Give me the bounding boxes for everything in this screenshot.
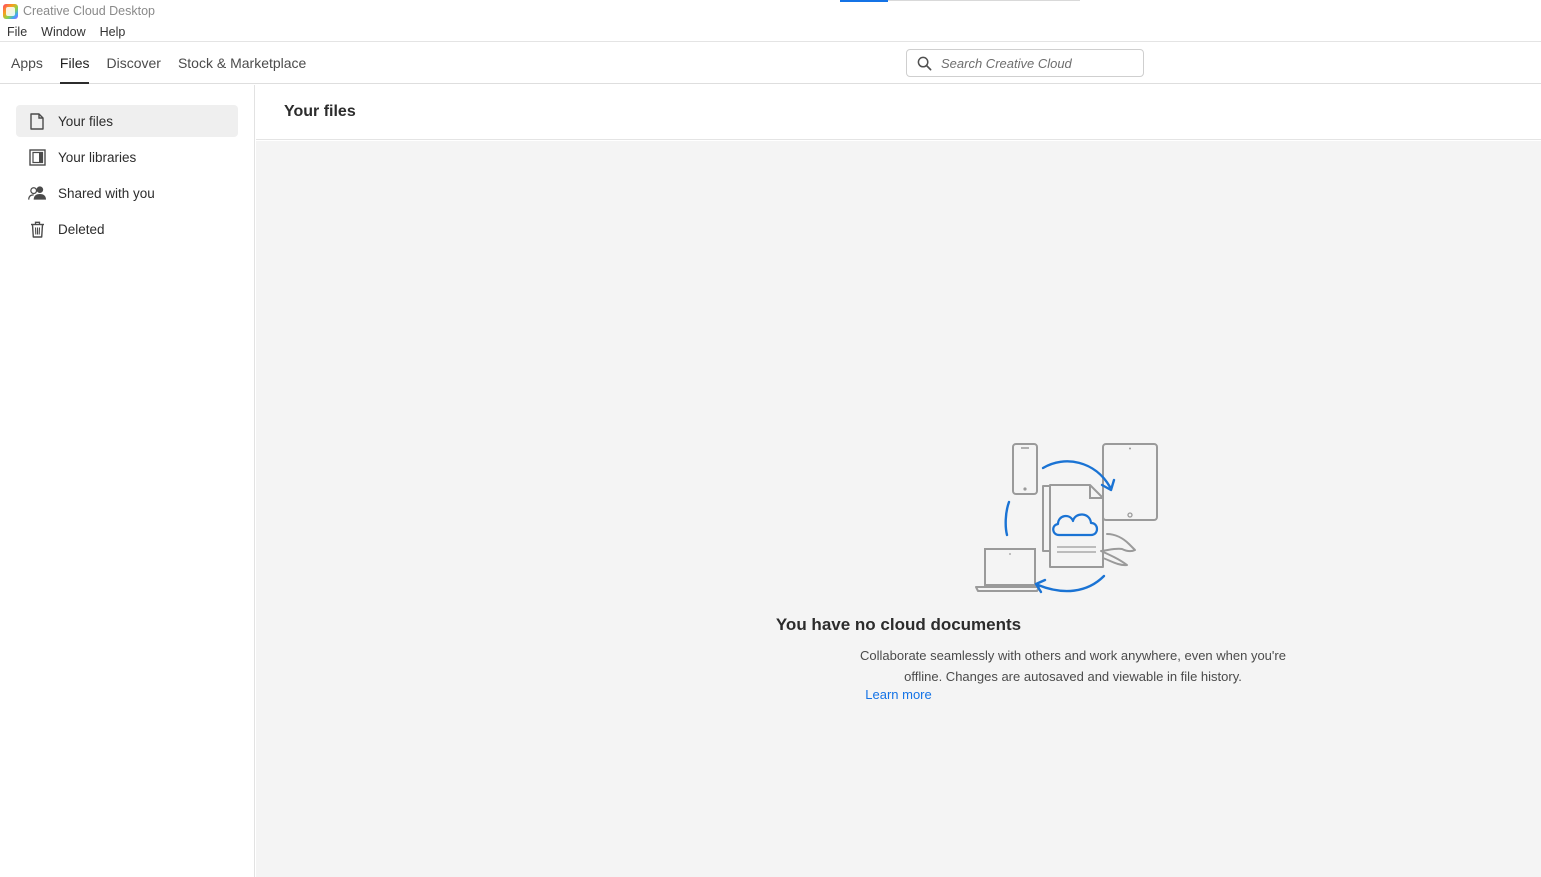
empty-state-description: Collaborate seamlessly with others and w…	[860, 648, 1286, 684]
title-bar: Creative Cloud Desktop	[0, 0, 1541, 22]
creative-cloud-logo-icon	[3, 3, 18, 19]
sidebar-item-label: Shared with you	[58, 185, 155, 201]
tab-files[interactable]: Files	[59, 42, 89, 84]
tab-apps[interactable]: Apps	[11, 42, 43, 84]
tab-stock-marketplace[interactable]: Stock & Marketplace	[178, 42, 306, 84]
menu-bar: File Window Help	[0, 22, 1541, 42]
sidebar-item-label: Your libraries	[58, 149, 137, 165]
sidebar-item-your-files[interactable]: Your files	[16, 105, 238, 137]
search-box[interactable]	[906, 49, 1144, 77]
sidebar-item-deleted[interactable]: Deleted	[16, 213, 238, 245]
cloud-sync-devices-illustration	[975, 443, 1158, 594]
menu-help[interactable]: Help	[100, 25, 126, 39]
content-header: Your files	[256, 85, 1541, 140]
page-title: Your files	[284, 103, 356, 120]
title-progress-track	[840, 0, 1080, 2]
document-icon	[28, 112, 46, 130]
search-input[interactable]	[941, 55, 1131, 71]
menu-window[interactable]: Window	[41, 25, 85, 39]
empty-state-title: You have no cloud documents	[775, 615, 1022, 634]
trash-icon	[28, 220, 46, 238]
window-title: Creative Cloud Desktop	[23, 4, 156, 18]
sidebar-item-shared-with-you[interactable]: Shared with you	[16, 177, 238, 209]
people-icon	[28, 184, 46, 202]
tab-discover[interactable]: Discover	[106, 42, 160, 84]
sidebar-item-your-libraries[interactable]: Your libraries	[16, 141, 238, 173]
menu-file[interactable]: File	[7, 25, 27, 39]
title-progress-fill	[840, 0, 888, 2]
learn-more-link[interactable]: Learn more	[865, 687, 931, 702]
files-content-area: You have no cloud documents Collaborate …	[256, 141, 1541, 877]
learn-more-container: Learn more	[256, 687, 1541, 702]
main-tabs: Apps Files Discover Stock & Marketplace	[11, 42, 323, 84]
libraries-icon	[28, 148, 46, 166]
top-navigation: Apps Files Discover Stock & Marketplace	[0, 42, 1541, 84]
sidebar: Your files Your libraries Shared with yo…	[0, 85, 255, 877]
sidebar-item-label: Deleted	[58, 221, 105, 237]
sidebar-item-label: Your files	[58, 113, 114, 129]
search-icon	[917, 56, 932, 70]
